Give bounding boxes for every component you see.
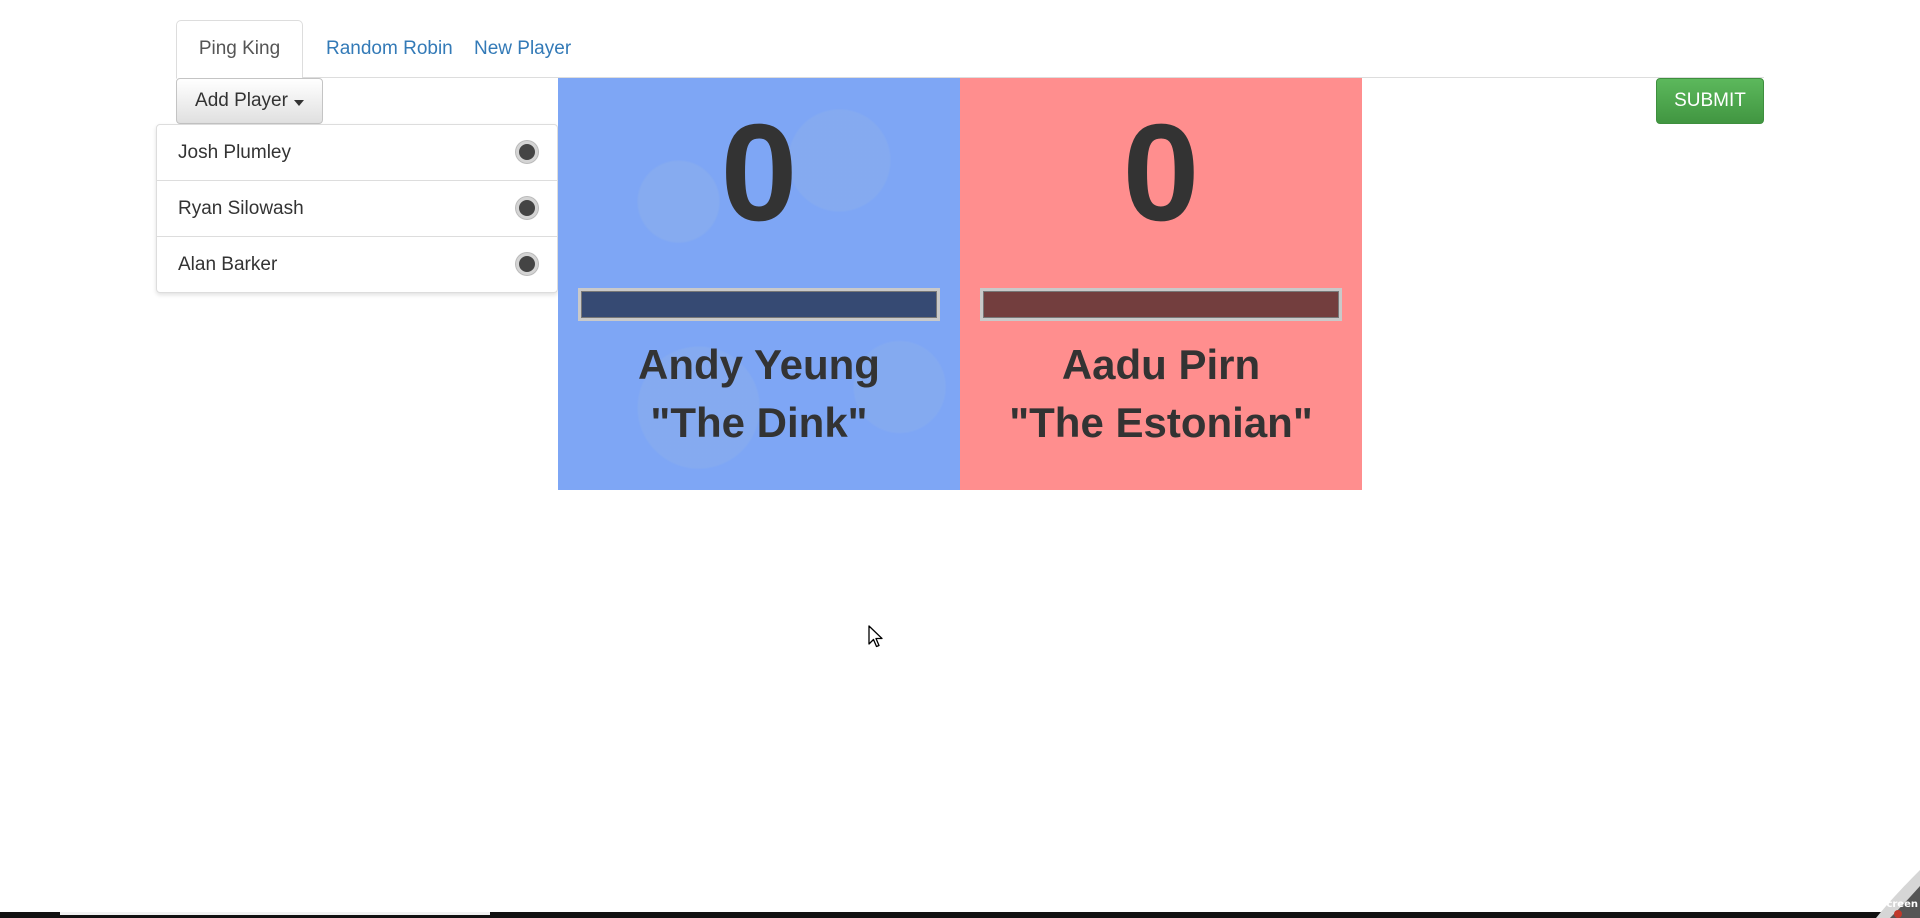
player2-panel[interactable]: 0 Aadu Pirn "The Estonian"	[960, 78, 1362, 490]
caret-down-icon	[293, 99, 304, 106]
nav-tabs: Ping King Random Robin New Player	[176, 20, 1764, 79]
player1-panel[interactable]: 0 Andy Yeung "The Dink"	[558, 78, 960, 490]
select-radio-icon[interactable]	[516, 197, 538, 219]
player2-name: Aadu Pirn	[1061, 341, 1261, 388]
player2-bar	[980, 288, 1342, 321]
player-list: Josh Plumley Ryan Silowash Alan Barker	[156, 124, 558, 293]
select-radio-icon[interactable]	[516, 253, 538, 275]
add-player-label: Add Player	[195, 90, 288, 111]
tab-random-robin[interactable]: Random Robin	[304, 20, 475, 78]
tab-ping-king[interactable]: Ping King	[176, 20, 303, 79]
player1-bar	[578, 288, 940, 321]
taskbar	[0, 912, 1920, 918]
player-name: Ryan Silowash	[178, 198, 304, 219]
player-name: Alan Barker	[178, 254, 278, 275]
list-item[interactable]: Josh Plumley	[157, 125, 557, 181]
add-player-button[interactable]: Add Player	[176, 78, 323, 124]
player2-score: 0	[1122, 96, 1200, 250]
list-item[interactable]: Ryan Silowash	[157, 181, 557, 237]
player1-nickname: "The Dink"	[650, 399, 868, 446]
taskbar-item[interactable]	[60, 912, 490, 915]
screencast-label: Screen	[1879, 899, 1918, 910]
mouse-cursor-icon	[868, 625, 883, 648]
submit-button[interactable]: SUBMIT	[1656, 78, 1764, 124]
player2-nickname: "The Estonian"	[1009, 399, 1313, 446]
player1-score: 0	[720, 96, 798, 250]
player1-name: Andy Yeung	[638, 341, 880, 388]
select-radio-icon[interactable]	[516, 141, 538, 163]
player-name: Josh Plumley	[178, 142, 291, 163]
tab-new-player[interactable]: New Player	[452, 20, 593, 78]
list-item[interactable]: Alan Barker	[157, 237, 557, 293]
